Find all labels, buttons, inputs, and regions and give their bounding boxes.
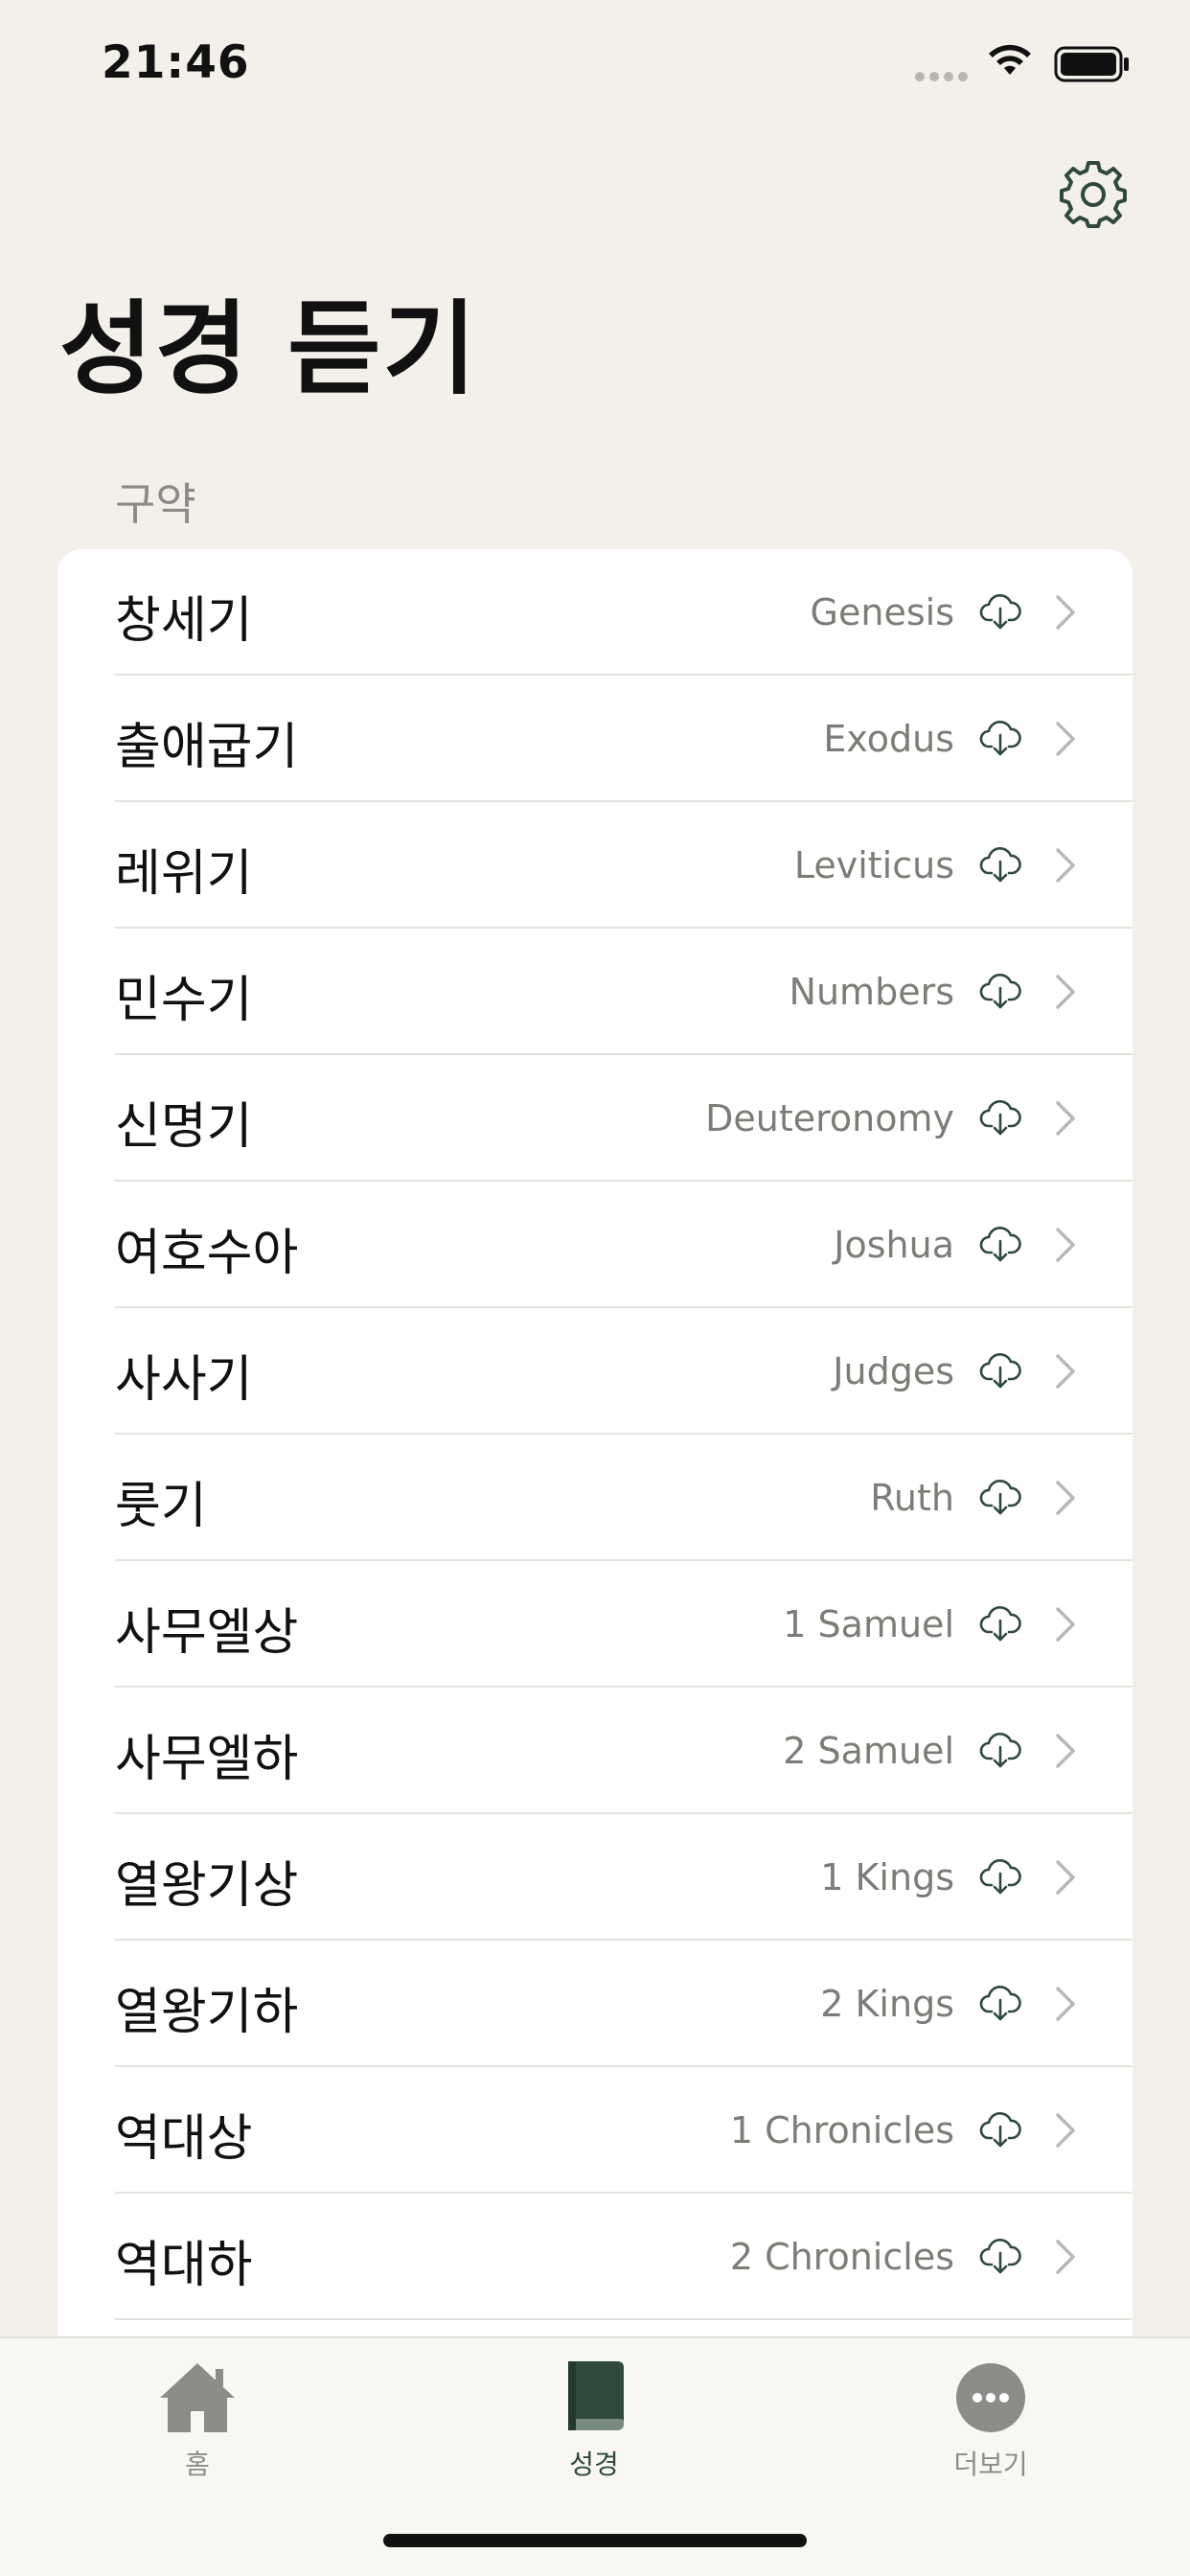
book-row[interactable]: 창세기 Genesis <box>57 549 1133 676</box>
book-name-korean: 여호수아 <box>115 1225 299 1282</box>
book-row[interactable]: 룻기 Ruth <box>57 1435 1133 1561</box>
book-name-korean: 사무엘상 <box>115 1604 299 1662</box>
book-name-korean: 열왕기하 <box>115 1984 299 2041</box>
book-name-korean: 신명기 <box>115 1098 253 1156</box>
cloud-download-icon[interactable] <box>979 591 1021 633</box>
bible-listen-screen: 21:46 성경 듣기 구약 창세기 Genesis 출애굽기 Exodus 레위기 Le… <box>0 0 1190 2576</box>
gear-icon[interactable] <box>1058 157 1129 228</box>
book-name-english: Genesis <box>810 591 954 633</box>
cloud-download-icon[interactable] <box>979 1603 1021 1645</box>
book-list: 창세기 Genesis 출애굽기 Exodus 레위기 Leviticus 민수기 Numbe… <box>57 549 1133 2576</box>
cloud-download-icon[interactable] <box>979 2109 1021 2151</box>
status-time: 21:46 <box>102 36 250 89</box>
book-name-korean: 역대상 <box>115 2110 253 2168</box>
chevron-right-icon <box>1056 1987 1075 2021</box>
book-name-english: 2 Samuel <box>783 1730 954 1772</box>
book-name-english: 1 Kings <box>820 1856 954 1898</box>
book-name-english: Exodus <box>823 718 954 760</box>
book-row[interactable]: 열왕기하 2 Kings <box>57 1941 1133 2067</box>
chevron-right-icon <box>1056 1481 1075 1515</box>
book-name-english: Deuteronomy <box>705 1097 954 1139</box>
book-name-english: 1 Samuel <box>783 1603 954 1645</box>
book-row[interactable]: 역대상 1 Chronicles <box>57 2067 1133 2194</box>
chevron-right-icon <box>1056 2113 1075 2148</box>
battery-icon <box>1054 46 1129 82</box>
cloud-download-icon[interactable] <box>979 971 1021 1013</box>
chevron-right-icon <box>1056 1607 1075 1642</box>
chevron-right-icon <box>1056 848 1075 883</box>
book-name-korean: 출애굽기 <box>115 719 299 776</box>
home-indicator <box>383 2534 807 2547</box>
book-name-korean: 역대하 <box>115 2237 253 2294</box>
book-name-english: 2 Chronicles <box>729 2236 954 2278</box>
book-name-korean: 민수기 <box>115 972 253 1029</box>
home-icon <box>160 2363 235 2432</box>
book-row[interactable]: 사무엘하 2 Samuel <box>57 1688 1133 1814</box>
tab-more-label: 더보기 <box>953 2449 1028 2480</box>
book-row[interactable]: 여호수아 Joshua <box>57 1182 1133 1308</box>
more-icon <box>956 2363 1025 2432</box>
section-header-old-testament: 구약 <box>115 478 196 530</box>
cloud-download-icon[interactable] <box>979 1856 1021 1898</box>
book-name-english: 2 Kings <box>820 1983 954 2025</box>
book-name-english: Numbers <box>789 971 954 1013</box>
book-row[interactable]: 사무엘상 1 Samuel <box>57 1561 1133 1688</box>
book-name-english: Leviticus <box>793 844 954 886</box>
book-row[interactable]: 역대하 2 Chronicles <box>57 2194 1133 2320</box>
book-name-korean: 사사기 <box>115 1351 253 1409</box>
tab-more[interactable]: 더보기 <box>904 2358 1077 2482</box>
book-name-korean: 룻기 <box>115 1478 207 1535</box>
chevron-right-icon <box>1056 1860 1075 1895</box>
book-name-korean: 창세기 <box>115 592 253 650</box>
cloud-download-icon[interactable] <box>979 2236 1021 2278</box>
tab-home[interactable]: 홈 <box>111 2358 284 2482</box>
cloud-download-icon[interactable] <box>979 1097 1021 1139</box>
book-name-english: Ruth <box>870 1477 954 1519</box>
status-bar: 21:46 <box>0 0 1190 125</box>
book-row[interactable]: 열왕기상 1 Kings <box>57 1814 1133 1941</box>
chevron-right-icon <box>1056 2240 1075 2274</box>
book-row[interactable]: 레위기 Leviticus <box>57 802 1133 929</box>
chevron-right-icon <box>1056 1101 1075 1136</box>
chevron-right-icon <box>1056 595 1075 630</box>
cloud-download-icon[interactable] <box>979 1983 1021 2025</box>
cloud-download-icon[interactable] <box>979 1477 1021 1519</box>
book-icon <box>568 2361 624 2430</box>
signal-icon <box>915 67 973 85</box>
book-name-english: Joshua <box>834 1224 954 1266</box>
chevron-right-icon <box>1056 1734 1075 1768</box>
chevron-right-icon <box>1056 722 1075 756</box>
chevron-right-icon <box>1056 1228 1075 1262</box>
cloud-download-icon[interactable] <box>979 1350 1021 1392</box>
cloud-download-icon[interactable] <box>979 844 1021 886</box>
tab-bible-label: 성경 <box>569 2449 619 2480</box>
book-row[interactable]: 사사기 Judges <box>57 1308 1133 1435</box>
divider <box>115 2318 1133 2320</box>
cloud-download-icon[interactable] <box>979 1730 1021 1772</box>
book-row[interactable]: 민수기 Numbers <box>57 929 1133 1055</box>
book-name-english: 1 Chronicles <box>729 2109 954 2151</box>
book-row[interactable]: 신명기 Deuteronomy <box>57 1055 1133 1182</box>
book-name-english: Judges <box>833 1350 954 1392</box>
book-row[interactable]: 출애굽기 Exodus <box>57 676 1133 802</box>
book-name-korean: 열왕기상 <box>115 1857 299 1915</box>
tab-bible[interactable]: 성경 <box>508 2358 680 2482</box>
book-name-korean: 레위기 <box>115 845 253 903</box>
book-name-korean: 사무엘하 <box>115 1731 299 1788</box>
tab-home-label: 홈 <box>185 2449 210 2480</box>
page-title: 성경 듣기 <box>59 290 478 408</box>
chevron-right-icon <box>1056 1354 1075 1389</box>
cloud-download-icon[interactable] <box>979 718 1021 760</box>
wifi-icon <box>989 44 1031 75</box>
chevron-right-icon <box>1056 975 1075 1009</box>
cloud-download-icon[interactable] <box>979 1224 1021 1266</box>
